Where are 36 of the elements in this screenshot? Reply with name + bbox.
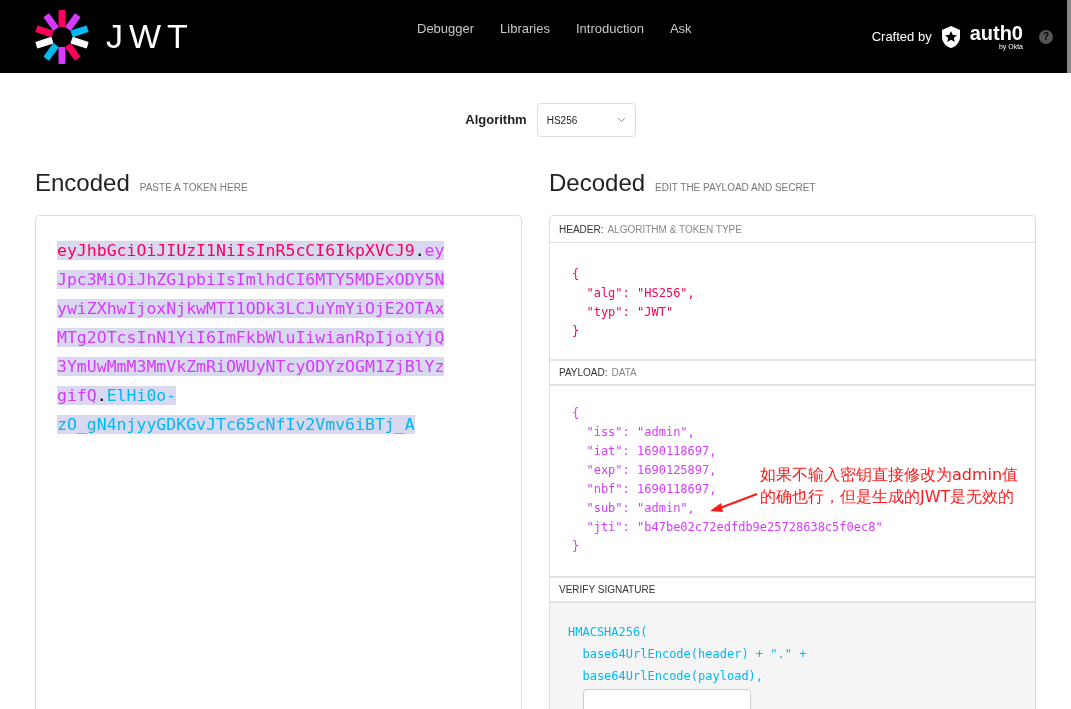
nav-link[interactable]: Libraries	[500, 18, 550, 39]
partner-wordmark[interactable]: auth0	[969, 23, 1023, 43]
payload-json-line[interactable]: "jti": "b47be02c72edfdb9e25728638c5f0ec8"	[572, 518, 883, 537]
section-sublabel: DATA	[611, 366, 637, 380]
section-sublabel: ALGORITHM & TOKEN TYPE	[607, 222, 742, 237]
payload-json-line[interactable]: "nbf": 1690118697,	[572, 480, 717, 499]
brand-wordmark[interactable]: JWT	[106, 11, 194, 62]
algorithm-select[interactable]: HS256	[536, 103, 636, 137]
encoded-subtitle: PASTE A TOKEN HERE	[139, 181, 248, 195]
crafted-by-label: Crafted by	[871, 27, 932, 46]
section-label: PAYLOAD:	[559, 366, 608, 380]
decoded-subtitle: EDIT THE PAYLOAD AND SECRET	[655, 181, 816, 195]
algorithm-label: Algorithm	[465, 111, 527, 130]
signature-code-line: HMACSHA256(	[568, 624, 648, 641]
signature-code-line: base64UrlEncode(payload),	[581, 668, 764, 685]
payload-json-line[interactable]: "iat": 1690118697,	[572, 442, 717, 461]
chevron-down-icon	[616, 117, 626, 123]
shield-star-icon	[939, 24, 962, 49]
decoded-heading: Decoded	[549, 168, 646, 198]
payload-json-line[interactable]: "iss": "admin",	[572, 423, 695, 442]
signature-code-line: base64UrlEncode(header) + "." +	[581, 646, 807, 663]
token-input-field[interactable]: eyJhbGciOiJIUzI1NiIsInR5cCI6IkpXVCJ9.ey Jpc3MiOiJhZG1pbiIsImlhdCI6MTY5MDExODY5N ywiZXhwIjoxNjkwMTI1ODk3LCJuYmYiOjE2OTAx MTg2OTcsInN1YiI6ImFkbWluIiwianRpIjoiYjQ 3YmUwMmM3MmVkZmRiOWUyNTcyODYzOGM1ZjBlYz gifQ.ElHi0o- zO_gN4njyyGDKGvJTc65cNfIv2Vmv6iBTj_A	[35, 215, 522, 709]
encoded-heading: Encoded	[35, 168, 130, 198]
nav-link[interactable]: Debugger	[417, 18, 475, 39]
payload-json-line[interactable]: "sub": "admin",	[572, 499, 695, 518]
payload-json-line[interactable]: "exp": 1690125897,	[572, 461, 717, 480]
payload-json-line[interactable]: {	[572, 404, 580, 423]
payload-json-line[interactable]: }	[572, 537, 580, 556]
section-label: VERIFY SIGNATURE	[559, 583, 656, 597]
starburst-logo-icon	[34, 8, 90, 65]
nav-link[interactable]: Introduction	[575, 18, 644, 39]
section-label: HEADER:	[559, 222, 604, 237]
annotation-note: 如果不输入密钥直接修改为admin值 的确也行，但是生成的JWT是无效的	[760, 464, 1019, 508]
header-json-editor[interactable]: { "alg": "HS256", "typ": "JWT" }	[550, 243, 1035, 359]
help-button[interactable]: ?	[1039, 29, 1053, 44]
nav-link[interactable]: Ask	[669, 18, 692, 39]
